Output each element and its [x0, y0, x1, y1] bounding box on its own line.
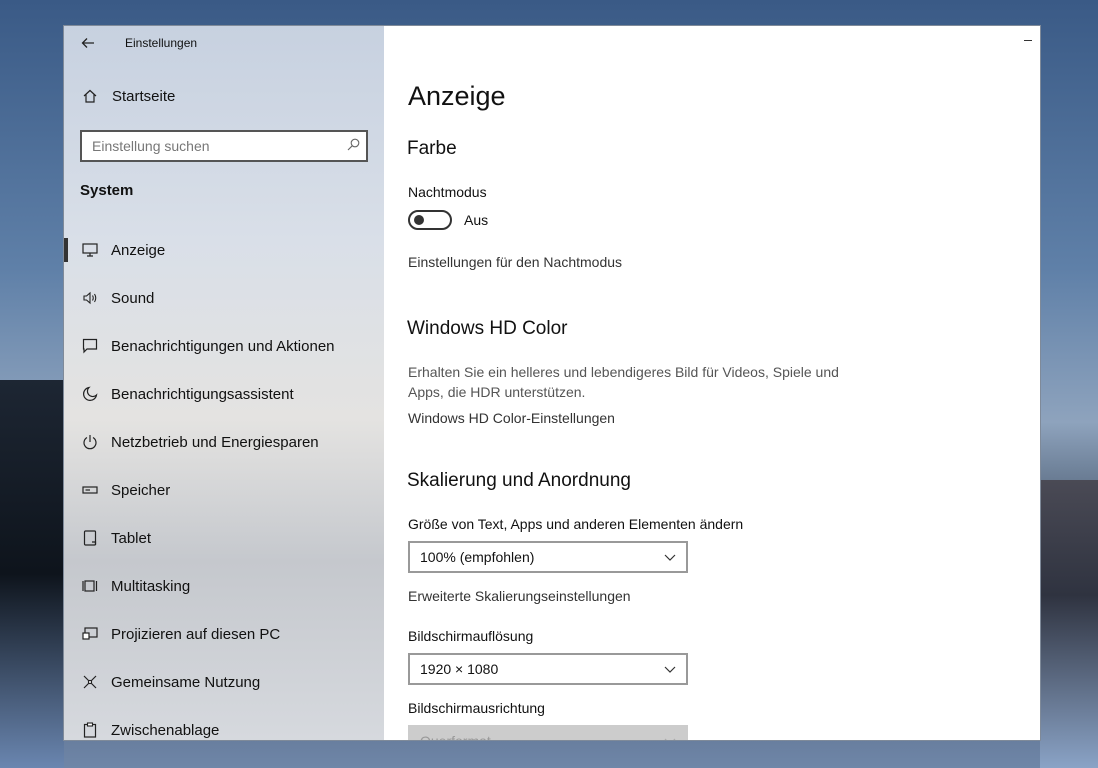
resolution-value: 1920 × 1080 [420, 661, 499, 677]
settings-window: Einstellungen Startseite System Anzeige [63, 25, 1041, 741]
hdr-description: Erhalten Sie ein helleres und lebendiger… [408, 364, 839, 400]
moon-icon [80, 384, 100, 404]
sidebar-item-label: Benachrichtigungsassistent [111, 385, 294, 403]
sidebar-item-anzeige[interactable]: Anzeige [64, 226, 384, 274]
sidebar-item-label: Benachrichtigungen und Aktionen [111, 337, 335, 355]
toggle-knob [414, 215, 424, 225]
monitor-icon [80, 240, 100, 260]
sidebar-item-label: Zwischenablage [111, 721, 220, 739]
notification-icon [80, 336, 100, 356]
desktop-wallpaper-right [1040, 480, 1098, 768]
sidebar-item-label: Gemeinsame Nutzung [111, 673, 261, 691]
scale-label: Größe von Text, Apps und anderen Element… [408, 516, 744, 532]
tablet-icon [80, 528, 100, 548]
search-icon[interactable] [340, 138, 366, 154]
sidebar-item-label: Sound [111, 289, 155, 307]
sidebar-item-sound[interactable]: Sound [64, 274, 384, 322]
home-link[interactable]: Startseite [80, 86, 175, 106]
sidebar-item-label: Projizieren auf diesen PC [111, 625, 281, 643]
scale-value: 100% (empfohlen) [420, 549, 535, 565]
multitasking-icon [80, 576, 100, 596]
chevron-down-icon [664, 554, 676, 561]
night-mode-state: Aus [464, 212, 489, 228]
sidebar-item-gemeinsame-nutzung[interactable]: Gemeinsame Nutzung [64, 658, 384, 706]
sidebar-item-netzbetrieb[interactable]: Netzbetrieb und Energiesparen [64, 418, 384, 466]
night-mode-label: Nachtmodus [408, 184, 487, 200]
home-label: Startseite [112, 87, 176, 105]
power-icon [80, 432, 100, 452]
search-input[interactable] [82, 132, 340, 160]
sidebar-nav: Anzeige Sound Benachrichtigungen und Akt… [64, 226, 384, 740]
hdr-settings-link[interactable]: Windows HD Color-Einstellungen [408, 410, 615, 426]
project-icon [80, 624, 100, 644]
sidebar-item-multitasking[interactable]: Multitasking [64, 562, 384, 610]
search-box[interactable] [80, 130, 368, 162]
night-mode-settings-link[interactable]: Einstellungen für den Nachtmodus [408, 254, 622, 270]
desktop-wallpaper-left [0, 380, 64, 768]
page-title: Anzeige [408, 81, 506, 111]
night-mode-toggle[interactable] [408, 210, 452, 230]
sidebar-item-label: Netzbetrieb und Energiesparen [111, 433, 319, 451]
resolution-dropdown[interactable]: 1920 × 1080 [408, 653, 688, 685]
advanced-scaling-link[interactable]: Erweiterte Skalierungseinstellungen [408, 588, 631, 604]
sidebar-item-label: Anzeige [111, 241, 166, 259]
chevron-down-icon [664, 666, 676, 673]
section-label: System [80, 182, 134, 199]
speaker-icon [80, 288, 100, 308]
chevron-down-icon [664, 738, 676, 740]
sidebar-item-label: Speicher [111, 481, 171, 499]
sidebar-item-benachrichtigungen[interactable]: Benachrichtigungen und Aktionen [64, 322, 384, 370]
back-arrow-icon [81, 38, 94, 48]
back-button[interactable] [64, 26, 112, 60]
sidebar-item-tablet[interactable]: Tablet [64, 514, 384, 562]
night-mode-row: Aus [408, 210, 488, 230]
storage-icon [80, 480, 100, 500]
minimize-button[interactable] [1020, 32, 1036, 48]
orientation-label: Bildschirmausrichtung [408, 700, 545, 716]
color-heading: Farbe [407, 138, 457, 159]
orientation-dropdown[interactable]: Querformat [408, 725, 688, 741]
sidebar: Einstellungen Startseite System Anzeige [64, 26, 384, 740]
sidebar-item-speicher[interactable]: Speicher [64, 466, 384, 514]
title-bar: Einstellungen [64, 26, 384, 60]
sidebar-item-label: Multitasking [111, 577, 191, 595]
scale-heading: Skalierung und Anordnung [407, 470, 631, 491]
sidebar-item-zwischenablage[interactable]: Zwischenablage [64, 706, 384, 740]
orientation-value: Querformat [420, 733, 491, 741]
scale-dropdown[interactable]: 100% (empfohlen) [408, 541, 688, 573]
sidebar-item-projizieren[interactable]: Projizieren auf diesen PC [64, 610, 384, 658]
app-title: Einstellungen [125, 36, 198, 50]
shared-experiences-icon [80, 672, 100, 692]
hdr-heading: Windows HD Color [407, 318, 568, 339]
minimize-icon [1024, 39, 1032, 41]
sidebar-item-benachrichtigungsassistent[interactable]: Benachrichtigungsassistent [64, 370, 384, 418]
sidebar-item-label: Tablet [111, 529, 152, 547]
main-content: Anzeige Farbe Nachtmodus Aus Einstellung… [384, 26, 1040, 740]
clipboard-icon [80, 720, 100, 740]
home-icon [80, 86, 100, 106]
resolution-label: Bildschirmauflösung [408, 628, 534, 644]
